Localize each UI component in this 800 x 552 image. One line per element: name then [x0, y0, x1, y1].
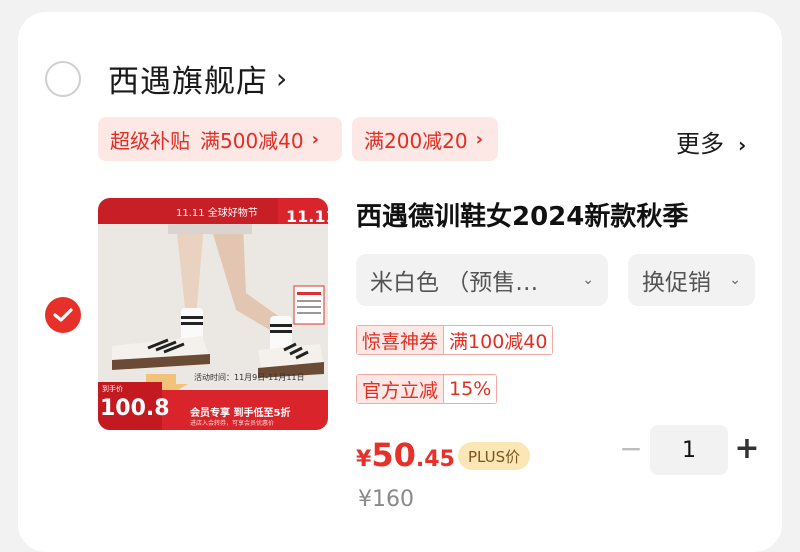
current-price: ¥ 50 .45 [356, 436, 455, 474]
image-price: 100.8 [100, 396, 170, 421]
change-promo-selector[interactable]: 换促销 ⌄ [628, 254, 755, 306]
coupon-type: 官方立减 [357, 375, 445, 403]
sku-label: 米白色 （预售… [370, 270, 539, 296]
plus-price-badge: PLUS价 [458, 442, 531, 470]
price-integer: 50 [371, 436, 416, 474]
quantity-decrease-button[interactable]: − [616, 435, 646, 465]
product-title[interactable]: 西遇德训鞋女2024新款秋季 [356, 196, 756, 233]
more-promos-link[interactable]: 更多 › [676, 124, 746, 159]
shop-name: 西遇旗舰店 [108, 64, 268, 100]
checkmark-icon [53, 308, 73, 322]
coupon-tag-official: 官方立减 15% [356, 374, 498, 404]
coupon-value: 15% [444, 375, 497, 403]
quantity-input[interactable] [650, 425, 728, 475]
chevron-right-icon: › [738, 133, 747, 157]
promo-detail: 满500减40 [200, 128, 304, 153]
coupon-type: 惊喜神券 [357, 326, 445, 354]
image-date-text: 活动时间：11月9日-11月11日 [194, 373, 305, 382]
image-price-label: 到手价 [102, 385, 123, 393]
image-sub-text: 进店入会转券，可享会员优惠价 [190, 420, 275, 427]
shop-select-checkbox[interactable] [45, 61, 81, 97]
image-member-text: 会员专享 到手低至5折 [190, 408, 291, 419]
more-label: 更多 [676, 130, 724, 158]
promo-tag-discount[interactable]: 满200减20 › [352, 117, 498, 161]
chevron-right-icon: › [276, 62, 289, 95]
promo-tag-subsidy[interactable]: 超级补贴 满500减40 › [98, 117, 342, 161]
promo-label: 满200减20 [364, 128, 468, 153]
chevron-right-icon: › [311, 128, 320, 150]
price-currency: ¥ [356, 447, 372, 472]
promo-label: 超级补贴 [110, 128, 190, 153]
price-decimal: .45 [415, 447, 455, 472]
chevron-down-icon: ⌄ [729, 272, 741, 288]
original-price: ¥160 [358, 487, 414, 512]
quantity-increase-button[interactable]: + [732, 433, 762, 467]
item-select-checkbox[interactable] [45, 297, 81, 333]
product-image[interactable]: 11.11 全球好物节 11.11 [98, 198, 328, 430]
sku-selector[interactable]: 米白色 （预售… ⌄ [356, 254, 608, 306]
chevron-down-icon: ⌄ [582, 272, 594, 288]
change-promo-label: 换促销 [642, 270, 711, 296]
image-price-box: 到手价 100.8 [98, 382, 170, 430]
chevron-right-icon: › [475, 128, 484, 150]
shop-name-link[interactable]: 西遇旗舰店 › [108, 56, 288, 101]
coupon-tag-surprise: 惊喜神券 满100减40 [356, 325, 554, 355]
coupon-value: 满100减40 [444, 326, 553, 354]
